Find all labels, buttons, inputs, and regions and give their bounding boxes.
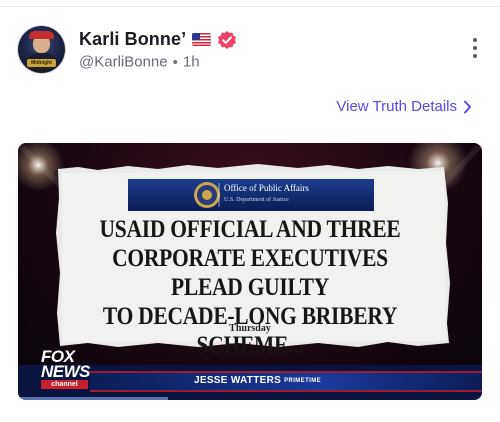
office-title: Office of Public Affairs bbox=[224, 183, 309, 193]
media-day: Thursday bbox=[229, 323, 271, 334]
show-title: JESSE WATTERS bbox=[194, 375, 282, 386]
show-title-bar: JESSE WATTERS PRIMETIME bbox=[194, 375, 321, 386]
more-options-button[interactable] bbox=[468, 38, 482, 62]
office-subtitle: U.S. Department of Justice bbox=[224, 197, 289, 203]
post-media-image[interactable]: Office of Public Affairs U.S. Department… bbox=[18, 143, 482, 400]
view-truth-details-label: View Truth Details bbox=[336, 98, 457, 115]
network-logo-mid: NEWS bbox=[41, 362, 91, 381]
chevron-right-icon bbox=[463, 100, 472, 114]
author-display-name[interactable]: Karli Bonne’ bbox=[79, 29, 186, 50]
author-name-row: Karli Bonne’ bbox=[79, 29, 237, 50]
post-time[interactable]: 1h bbox=[183, 54, 200, 71]
author-meta: @KarliBonne • 1h bbox=[79, 53, 200, 71]
view-truth-details-link[interactable]: View Truth Details bbox=[336, 98, 472, 115]
media-headline: USAID OFFICIAL AND THREE CORPORATE EXECU… bbox=[97, 215, 403, 360]
us-flag-icon bbox=[192, 33, 212, 46]
avatar[interactable]: Midnight Rider bbox=[18, 26, 65, 73]
top-divider bbox=[0, 6, 500, 7]
author-handle[interactable]: @KarliBonne bbox=[79, 54, 168, 71]
headline-line: CORPORATE EXECUTIVES PLEAD GUILTY bbox=[112, 245, 388, 301]
show-subtitle: PRIMETIME bbox=[284, 378, 322, 384]
network-logo-bottom: channel bbox=[41, 380, 88, 389]
avatar-badge-text: Midnight Rider bbox=[27, 59, 56, 73]
post-header: Midnight Rider Karli Bonne’ @KarliBonne •… bbox=[18, 26, 482, 76]
verified-badge-icon bbox=[217, 30, 237, 50]
more-vertical-icon bbox=[473, 38, 477, 42]
headline-line: USAID OFFICIAL AND THREE bbox=[99, 216, 401, 243]
meta-separator: • bbox=[172, 53, 178, 71]
network-logo: FOX NEWS channel bbox=[41, 348, 91, 391]
